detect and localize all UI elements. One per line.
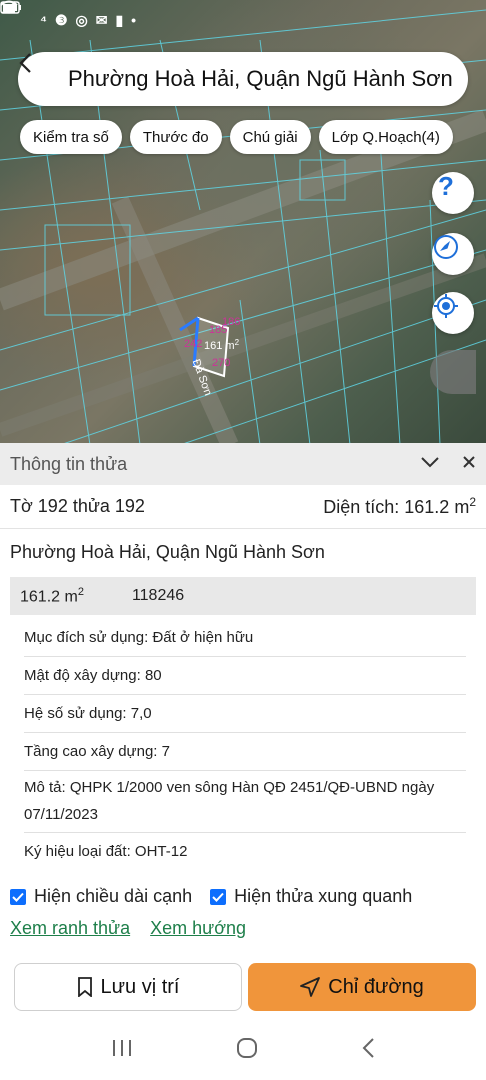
- directions-label: Chỉ đường: [328, 975, 424, 998]
- notification-icon: ⁴: [40, 12, 47, 28]
- home-button[interactable]: [236, 1037, 258, 1064]
- system-nav-bar: [0, 1020, 486, 1080]
- collapse-button[interactable]: [420, 455, 440, 474]
- my-location-button[interactable]: [432, 292, 474, 334]
- building-density: Mật độ xây dựng: 80: [24, 657, 466, 695]
- battery-small-icon: ▮: [115, 11, 124, 28]
- map-side-handle[interactable]: [430, 350, 476, 394]
- compass-icon: [434, 235, 458, 259]
- parcel-area-label: 161 m2: [204, 338, 240, 352]
- view-direction-link[interactable]: Xem hướng: [150, 918, 246, 939]
- chevron-down-icon: [421, 456, 439, 467]
- map-view[interactable]: 185 186 242 161 m2 270 Đà Sơn ⁴ ❸ ◎ ✉ ▮ …: [0, 0, 486, 445]
- home-icon: [236, 1037, 257, 1058]
- planning-info-card: 161.2 m2 118246 Mục đích sử dụng: Đất ở …: [10, 577, 476, 871]
- view-boundary-link[interactable]: Xem ranh thửa: [10, 918, 130, 939]
- status-bar: ⁴ ❸ ◎ ✉ ▮ •: [0, 0, 486, 40]
- map-tool-chips: Kiểm tra số Thước đo Chú giải Lớp Q.Hoạc…: [20, 120, 453, 154]
- dot-icon: •: [131, 12, 137, 28]
- help-button[interactable]: ?: [432, 172, 474, 214]
- compass-button[interactable]: [432, 233, 474, 275]
- sheet-parcel-number: Tờ 192 thửa 192: [10, 496, 145, 516]
- edge-label-top-right: 186: [222, 316, 240, 328]
- back-icon: [362, 1037, 374, 1058]
- show-edge-length-toggle[interactable]: Hiện chiều dài cạnh: [10, 886, 192, 907]
- card-header: 161.2 m2 118246: [10, 577, 476, 615]
- recents-icon: [113, 1039, 132, 1056]
- recents-button[interactable]: [111, 1039, 133, 1062]
- parcel-area: Diện tích: 161.2 m2: [323, 495, 476, 517]
- land-use-purpose: Mục đích sử dụng: Đất ở hiện hữu: [24, 619, 466, 657]
- edge-label-bottom: 270: [212, 357, 230, 369]
- panel-title: Thông tin thửa: [10, 453, 128, 474]
- chip-planning-layers[interactable]: Lớp Q.Hoạch(4): [318, 120, 453, 154]
- building-height: Tầng cao xây dựng: 7: [24, 733, 466, 771]
- chip-legend[interactable]: Chú giải: [229, 120, 311, 154]
- show-edge-length-label: Hiện chiều dài cạnh: [34, 886, 193, 906]
- location-title-bar: Phường Hoà Hải, Quận Ngũ Hành Sơn: [18, 52, 468, 106]
- display-options: Hiện chiều dài cạnh Hiện thửa xung quanh: [10, 886, 412, 907]
- parcel-summary-row: Tờ 192 thửa 192 Diện tích: 161.2 m2: [0, 485, 486, 529]
- directions-button[interactable]: Chỉ đường: [248, 963, 476, 1011]
- page-title: Phường Hoà Hải, Quận Ngũ Hành Sơn: [68, 66, 453, 91]
- save-location-button[interactable]: Lưu vị trí: [14, 963, 242, 1011]
- card-code: 118246: [131, 587, 185, 604]
- crosshair-icon: [434, 294, 458, 318]
- show-neighbor-parcels-label: Hiện thửa xung quanh: [234, 886, 413, 906]
- question-icon: ?: [438, 172, 454, 200]
- checkbox-checked-icon[interactable]: [210, 888, 227, 905]
- save-location-label: Lưu vị trí: [100, 975, 180, 998]
- show-neighbor-parcels-toggle[interactable]: Hiện thửa xung quanh: [210, 886, 412, 907]
- edge-label-left: 242: [184, 338, 202, 350]
- close-icon: [463, 455, 475, 468]
- parcel-links: Xem ranh thửa Xem hướng: [10, 918, 246, 939]
- chip-check-number[interactable]: Kiểm tra số: [20, 120, 122, 154]
- send-icon: [300, 977, 321, 997]
- parcel-location: Phường Hoà Hải, Quận Ngũ Hành Sơn: [10, 542, 325, 562]
- svg-text:?: ?: [438, 172, 454, 200]
- chip-ruler[interactable]: Thước đo: [129, 120, 222, 154]
- parcel-info-header: Thông tin thửa: [0, 443, 486, 485]
- plan-description: Mô tả: QHPK 1/2000 ven sông Hàn QĐ 2451/…: [24, 771, 466, 833]
- circle-icon: ◎: [75, 11, 88, 28]
- back-button[interactable]: [19, 52, 68, 106]
- checkbox-checked-icon[interactable]: [10, 888, 26, 905]
- bookmark-icon: [77, 977, 92, 997]
- back-nav-button[interactable]: [361, 1037, 375, 1064]
- floor-area-ratio: Hệ số sử dụng: 7,0: [24, 695, 466, 733]
- app-screen: 185 186 242 161 m2 270 Đà Sơn ⁴ ❸ ◎ ✉ ▮ …: [0, 0, 486, 1080]
- land-type-code: Ký hiệu loại đất: OHT-12: [24, 843, 188, 860]
- close-button[interactable]: [462, 455, 476, 474]
- status-left-icons: ⁴ ❸ ◎ ✉ ▮ •: [40, 12, 136, 29]
- chevron-left-icon: [19, 53, 31, 73]
- email-icon: ✉: [95, 11, 108, 28]
- circle-icon: ❸: [54, 11, 68, 28]
- card-area: 161.2 m2: [20, 585, 84, 606]
